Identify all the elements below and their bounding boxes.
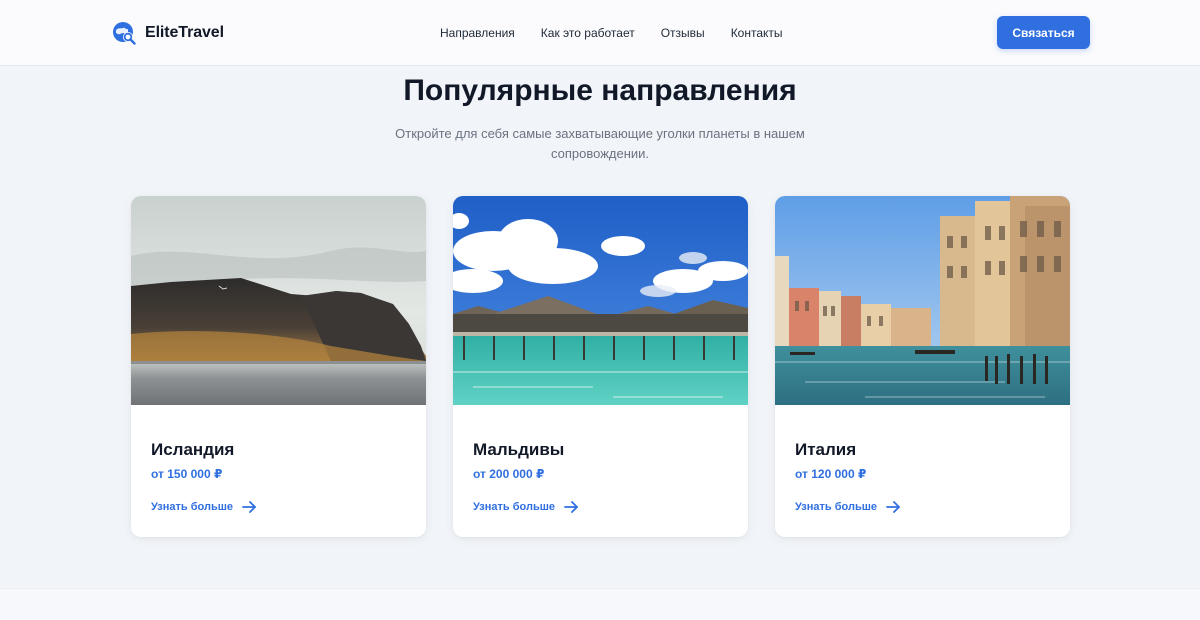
learn-more-label: Узнать больше	[473, 501, 556, 513]
learn-more-link[interactable]: Узнать больше	[151, 498, 257, 516]
main-nav: Направления Как это работает Отзывы Конт…	[440, 24, 783, 42]
site-header: EliteTravel Направления Как это работает…	[0, 0, 1200, 66]
card-price: от 200 000 ₽	[473, 467, 545, 481]
nav-item-directions[interactable]: Направления	[440, 26, 515, 40]
brand-name: EliteTravel	[145, 24, 224, 41]
learn-more-link[interactable]: Узнать больше	[795, 498, 901, 516]
globe-search-icon	[113, 22, 136, 45]
maldives-water-villas-photo	[453, 196, 748, 405]
iceland-mountain-lake-photo	[131, 196, 426, 405]
learn-more-link[interactable]: Узнать больше	[473, 498, 579, 516]
nav-item-reviews[interactable]: Отзывы	[661, 26, 705, 40]
card-price: от 150 000 ₽	[151, 467, 223, 481]
destination-card-italy[interactable]: Италия от 120 000 ₽ Узнать больше	[775, 196, 1070, 537]
contact-button[interactable]: Связаться	[997, 16, 1090, 49]
venice-grand-canal-photo	[775, 196, 1070, 405]
section-subtitle: Откройте для себя самые захватывающие уг…	[395, 126, 805, 161]
arrow-right-icon	[564, 501, 578, 513]
page-bottom-strip	[0, 588, 1200, 620]
nav-item-how-it-works[interactable]: Как это работает	[541, 26, 635, 40]
card-price: от 120 000 ₽	[795, 467, 867, 481]
card-title: Мальдивы	[473, 440, 565, 459]
card-title: Исландия	[151, 440, 235, 459]
destination-card-iceland[interactable]: Исландия от 150 000 ₽ Узнать больше	[131, 196, 426, 537]
card-title: Италия	[795, 440, 857, 459]
destination-card-maldives[interactable]: Мальдивы от 200 000 ₽ Узнать больше	[453, 196, 748, 537]
arrow-right-icon	[242, 501, 256, 513]
learn-more-label: Узнать больше	[151, 501, 234, 513]
learn-more-label: Узнать больше	[795, 501, 878, 513]
section-title: Популярные направления	[403, 74, 797, 107]
arrow-right-icon	[886, 501, 900, 513]
nav-item-contacts[interactable]: Контакты	[731, 26, 783, 40]
brand-logo[interactable]: EliteTravel	[111, 20, 224, 46]
